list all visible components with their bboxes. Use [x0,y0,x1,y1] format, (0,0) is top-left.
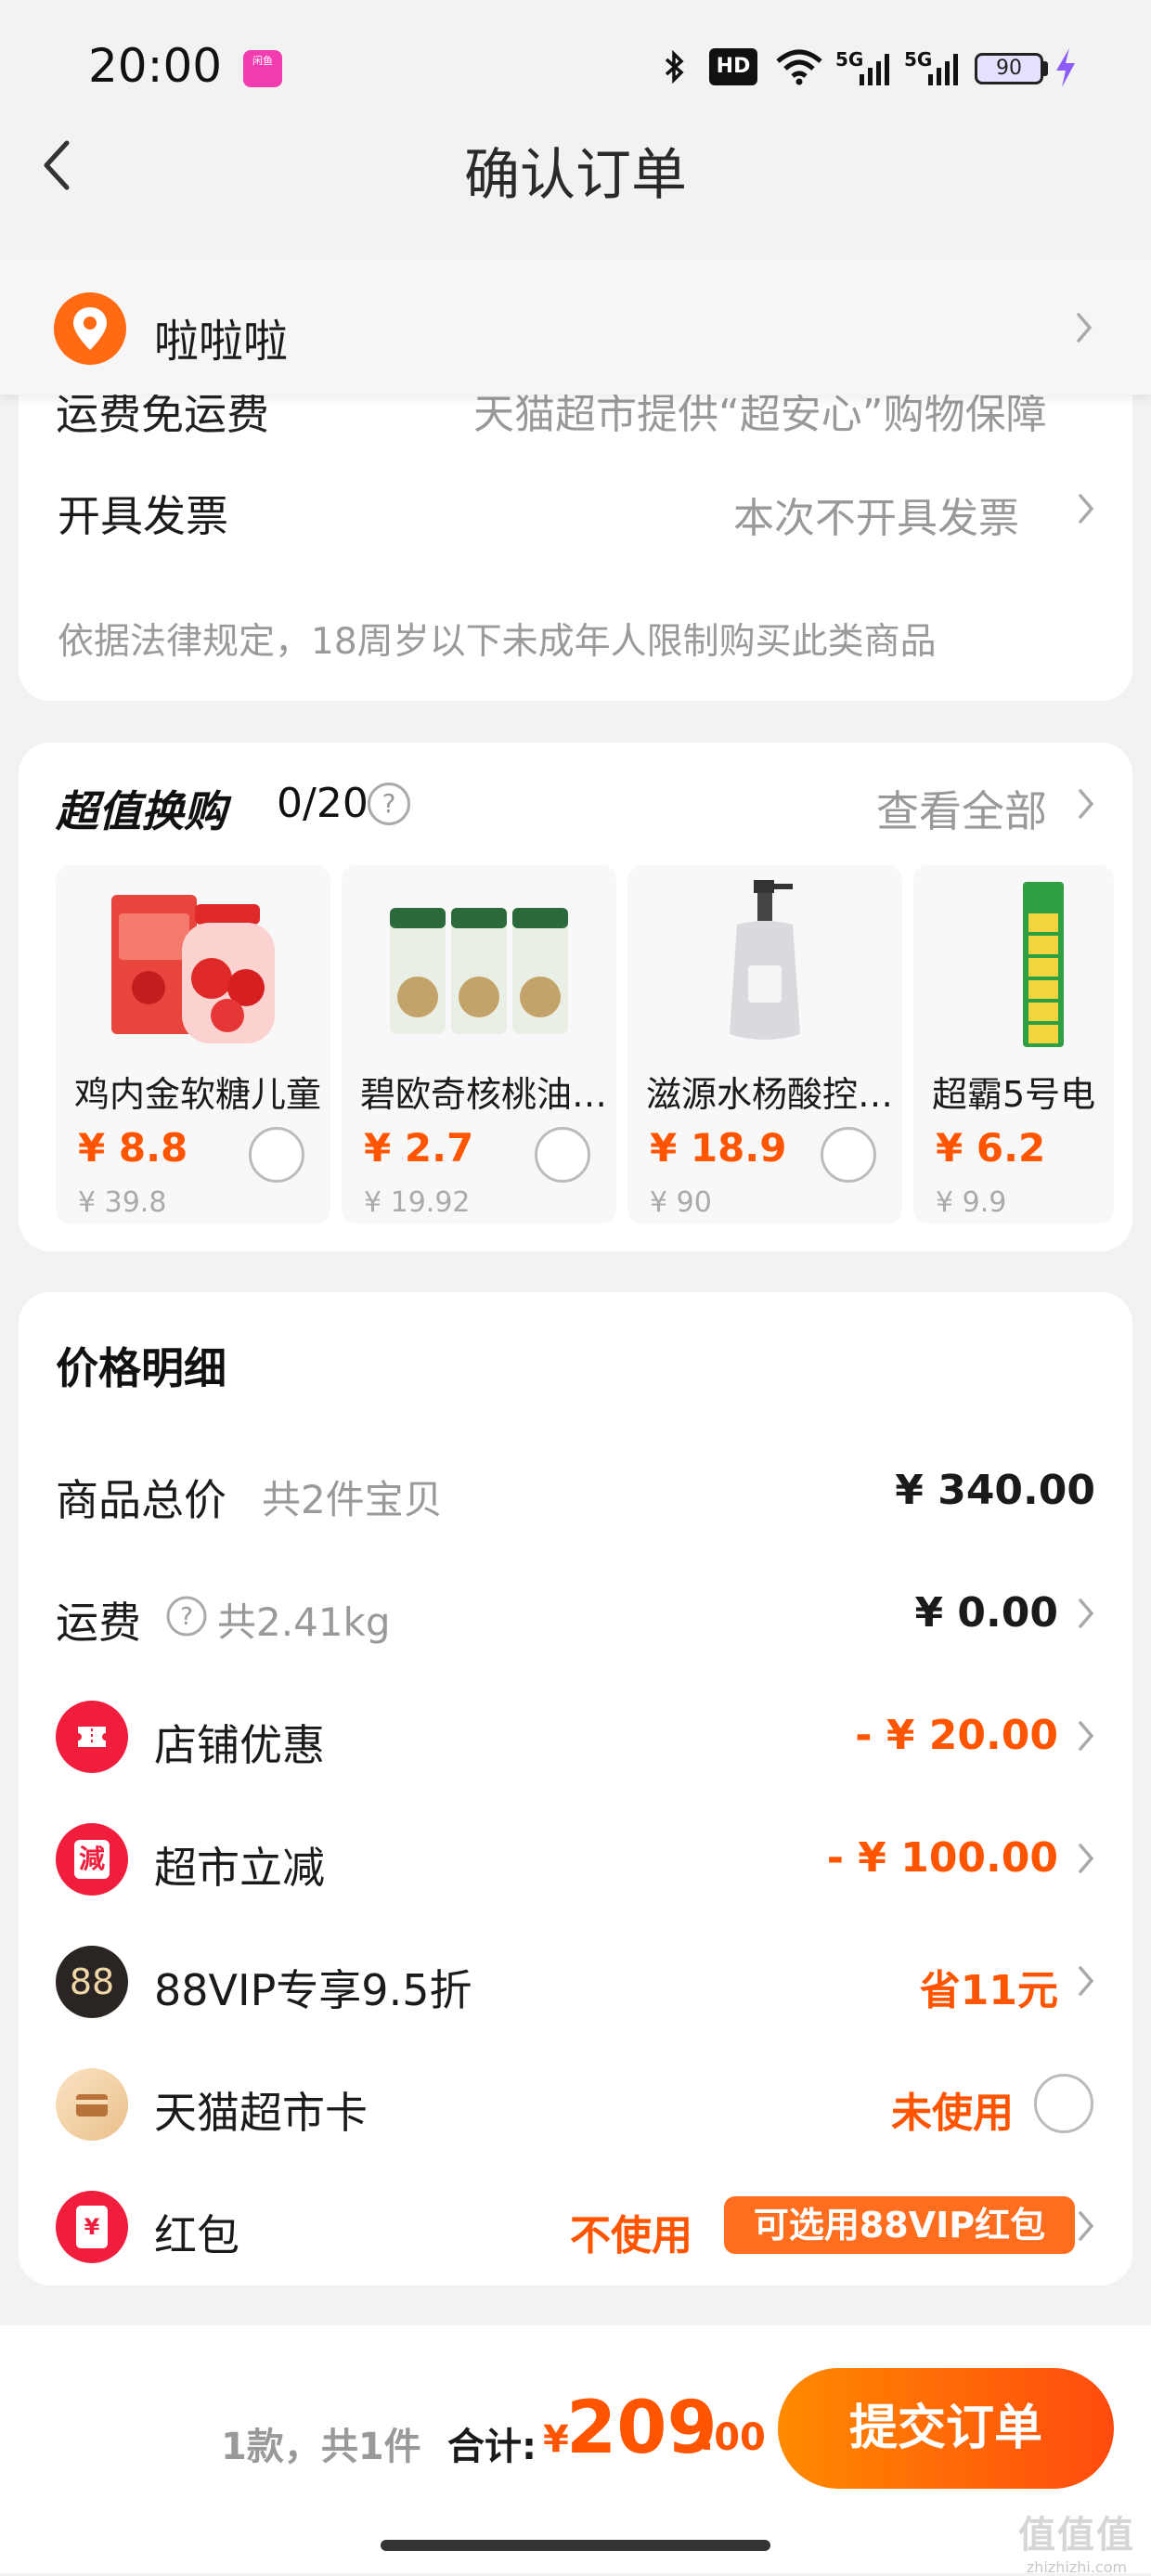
chevron-right-icon [1079,789,1094,819]
chevron-right-icon [1079,1844,1094,1873]
supermarket-card-value: 未使用 [891,2090,1014,2137]
product-name: 鸡内金软糖儿童 [74,1074,322,1115]
exchange-product-card[interactable]: 超霸5号电 ¥ 6.2 ¥ 9.9 [913,865,1114,1223]
status-bar: 20:00 闲鱼 HD 5G 5G 90 [0,0,1151,139]
battery-tip [1043,61,1048,76]
home-indicator[interactable] [381,2540,770,2551]
chevron-right-icon [1079,1966,1094,1996]
total-label: 合计: [447,2426,537,2468]
location-pin-icon [54,292,126,365]
product-price: ¥ 8.8 [78,1125,188,1171]
product-name: 碧欧奇核桃油婴幼儿 [360,1074,611,1115]
market-cut-value: - ¥ 100.00 [826,1834,1058,1882]
product-original-price: ¥ 39.8 [78,1186,167,1219]
chevron-right-icon [1079,1599,1094,1628]
chevron-right-icon [1079,494,1094,524]
shipping-weight: 共2.41kg [217,1599,391,1645]
chevron-right-icon [1079,2211,1094,2241]
vip-redpack-tag: 可选用88VIP红包 [724,2196,1075,2254]
help-circle-icon[interactable]: ? [165,1595,208,1638]
svg-text:?: ? [180,1603,193,1631]
charging-icon [1056,48,1075,87]
product-image [390,908,568,1034]
exchange-title: 超值换购 [56,786,226,836]
redpack-icon-text: ¥ [76,2206,108,2248]
supermarket-card-label: 天猫超市卡 [154,2088,368,2138]
product-original-price: ¥ 9.9 [936,1186,1007,1219]
shop-discount-label: 店铺优惠 [154,1720,325,1770]
see-all-label: 查看全部 [876,786,1047,836]
card-icon [56,2068,128,2141]
product-original-price: ¥ 19.92 [364,1186,471,1219]
chevron-right-icon [1077,313,1093,343]
help-circle-icon[interactable]: ? [368,783,410,825]
address-name: 啦啦啦 [154,316,289,368]
hd-icon: HD [709,48,757,85]
product-price: ¥ 2.7 [364,1125,474,1171]
supermarket-card-radio[interactable] [1034,2074,1093,2133]
exchange-count: 0/20 [277,780,369,827]
page-title: 确认订单 [464,143,687,208]
goods-total-value: ¥ 340.00 [895,1467,1095,1514]
vip88-icon: 88 [56,1946,128,2018]
item-count-summary: 1款，共1件 [221,2426,421,2468]
exchange-product-card[interactable]: 滋源水杨酸控油洗发水 ¥ 18.9 ¥ 90 [627,865,902,1223]
product-select-radio[interactable] [821,1127,876,1183]
product-name: 滋源水杨酸控油洗发水 [646,1074,897,1115]
redpack-icon: ¥ [56,2191,128,2263]
product-image [1023,882,1064,1047]
product-image [730,880,800,1040]
order-info-card: 运费免运费 天猫超市提供“超安心”购物保障 开具发票 本次不开具发票 依据法律规… [19,353,1132,701]
product-image [111,895,275,1043]
market-cut-icon-text: 減 [74,1840,110,1879]
total-amount-integer: 209 [566,2387,718,2470]
submit-order-button[interactable]: 提交订单 [778,2368,1114,2489]
goods-total-label: 商品总价 [56,1475,226,1525]
checkout-bar: 1款，共1件 合计: ¥ 209 .00 提交订单 [0,2325,1151,2573]
signal-5g-icon: 5G [835,48,891,85]
battery-icon: 90 [975,53,1043,84]
exchange-purchase-card: 超值换购 0/20 ? 查看全部 鸡内金软糖儿童 ¥ 8.8 ¥ 39.8 碧欧… [19,743,1132,1251]
red-packet-value: 不使用 [570,2212,692,2259]
product-price: ¥ 6.2 [936,1125,1046,1171]
minus-badge-icon: 減 [56,1823,128,1896]
exchange-product-card[interactable]: 鸡内金软糖儿童 ¥ 8.8 ¥ 39.8 [56,865,330,1223]
signal-5g-icon-2: 5G [904,48,960,85]
total-currency: ¥ [543,2418,569,2461]
vip-discount-value: 省11元 [919,1967,1058,2014]
battery-level: 90 [996,57,1022,80]
shipping-value: ¥ 0.00 [914,1589,1059,1637]
watermark-logo: 值值值 [1018,2514,1135,2557]
shipping-label: 运费 [56,1598,141,1648]
chevron-right-icon [1079,1721,1094,1751]
invoice-value: 本次不开具发票 [733,495,1019,542]
red-packet-label: 红包 [154,2210,239,2260]
price-detail-title: 价格明细 [56,1343,226,1393]
wifi-icon [776,49,822,85]
product-name: 超霸5号电 [932,1074,1096,1115]
watermark: 值值值 zhizhizhi.com [1012,2505,1142,2576]
vip-discount-label: 88VIP专享9.5折 [154,1965,472,2015]
watermark-url: zhizhizhi.com [1026,2558,1128,2576]
price-detail-card: 价格明细 商品总价 共2件宝贝 ¥ 340.00 运费 ? 共2.41kg ¥ … [19,1292,1132,2285]
app-notification-icon: 闲鱼 [243,50,282,87]
ticket-icon [56,1701,128,1773]
invoice-label: 开具发票 [58,491,228,541]
goods-total-sub: 共2件宝贝 [262,1477,443,1522]
total-amount-decimal: .00 [700,2416,766,2459]
product-original-price: ¥ 90 [650,1186,712,1219]
hd-label: HD [716,55,751,78]
market-cut-label: 超市立减 [154,1843,325,1893]
exchange-product-card[interactable]: 碧欧奇核桃油婴幼儿 ¥ 2.7 ¥ 19.92 [342,865,616,1223]
shop-discount-value: - ¥ 20.00 [855,1712,1058,1759]
status-time: 20:00 [88,39,223,93]
product-select-radio[interactable] [535,1127,590,1183]
product-price: ¥ 18.9 [650,1125,787,1171]
legal-notice: 依据法律规定，18周岁以下未成年人限制购买此类商品 [58,621,937,663]
bluetooth-icon [665,49,684,84]
product-select-radio[interactable] [249,1127,304,1183]
address-selector[interactable]: 啦啦啦 [0,260,1151,395]
